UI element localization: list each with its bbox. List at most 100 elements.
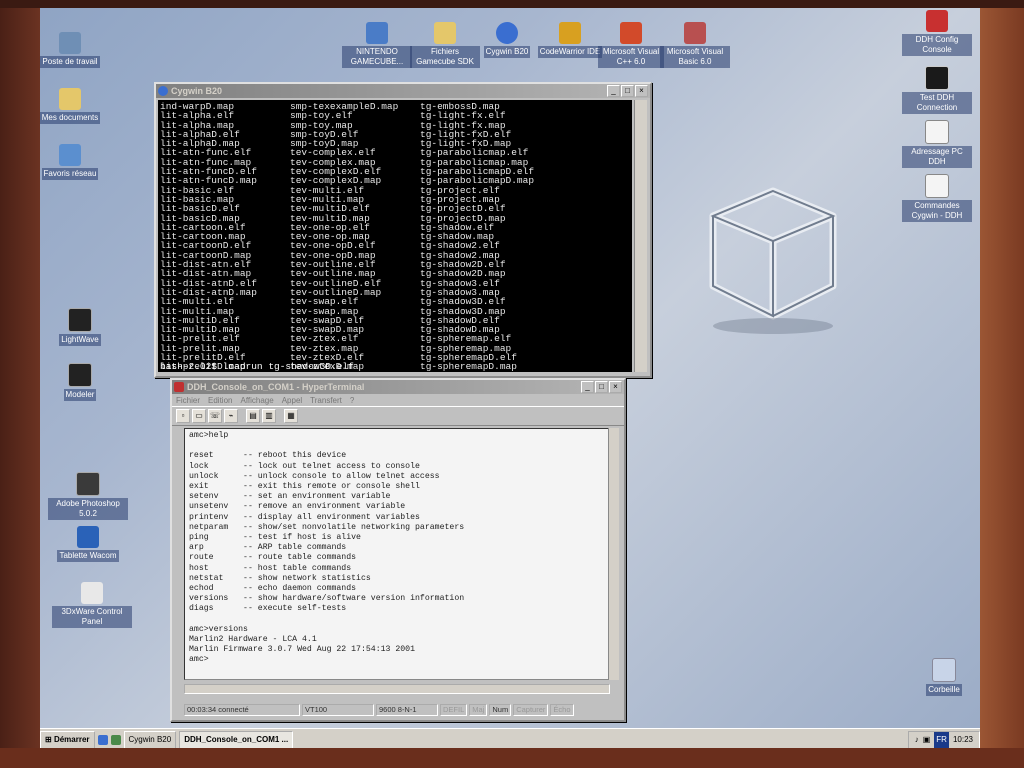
send-icon[interactable]: ▤: [246, 409, 260, 423]
commandes-cygwin-icon[interactable]: Commandes Cygwin - DDH: [902, 174, 972, 222]
test-ddh-connection-icon[interactable]: Test DDH Connection: [902, 66, 972, 114]
network-places-icon[interactable]: Favoris réseau: [38, 144, 110, 180]
task-hyperterminal[interactable]: DDH_Console_on_COM1 ...: [179, 731, 294, 749]
menu-appel[interactable]: Appel: [282, 396, 302, 405]
monitor-bezel-top: [0, 0, 1024, 8]
network-tray-icon[interactable]: ▣: [923, 732, 931, 748]
cygwin-desktop-icon[interactable]: Cygwin B20: [472, 22, 542, 58]
console-line: arp -- ARP table commands: [189, 543, 347, 553]
close-button[interactable]: ×: [609, 381, 622, 393]
console-line: amc>help: [189, 431, 229, 440]
new-connection-icon[interactable]: ▫: [176, 409, 190, 423]
visual-cpp-icon[interactable]: Microsoft Visual C++ 6.0: [598, 22, 664, 68]
console-line: netstat -- show network statistics: [189, 573, 371, 583]
cygwin-scrollbar[interactable]: [634, 100, 647, 372]
console-line: versions -- show hardware/software versi…: [189, 594, 465, 604]
file-column-2: smp-texexampleD.map smp-toy.elf smp-toy.ma…: [290, 102, 398, 372]
document-icon: [925, 120, 949, 144]
horizontal-scrollbar[interactable]: [184, 684, 610, 694]
icon-label: Microsoft Visual C++ 6.0: [598, 46, 664, 68]
disconnect-icon[interactable]: ⌁: [224, 409, 238, 423]
status-port-settings: 9600 8-N-1: [376, 704, 438, 716]
status-emulation: VT100: [302, 704, 374, 716]
maximize-button[interactable]: □: [595, 381, 608, 393]
status-capture: Capturer: [513, 704, 549, 716]
properties-icon[interactable]: ▦: [284, 409, 298, 423]
folder-icon: [59, 88, 81, 110]
folder-icon: [434, 22, 456, 44]
visual-basic-icon[interactable]: Microsoft Visual Basic 6.0: [660, 22, 730, 68]
trash-icon: [932, 658, 956, 682]
shell-prompt: bash-2.02$ loadrun tg-shadow3D.elf: [160, 361, 354, 372]
console-line: Marlin2 Hardware - LCA 4.1: [189, 635, 317, 645]
wacom-icon[interactable]: Tablette Wacom: [48, 526, 128, 562]
cygwin-window[interactable]: Cygwin B20 _ □ × ind-warpD.map lit-alpha.…: [154, 82, 652, 378]
maximize-button[interactable]: □: [621, 85, 634, 97]
menu-edition[interactable]: Edition: [208, 396, 232, 405]
quick-launch-desktop-icon[interactable]: [110, 735, 121, 745]
monitor-bezel-left: [0, 0, 40, 768]
hyperterminal-scrollbar[interactable]: [608, 428, 619, 680]
3dxware-icon[interactable]: 3DxWare Control Panel: [52, 582, 132, 628]
ddh-config-console-icon[interactable]: DDH Config Console: [902, 10, 972, 56]
open-icon[interactable]: ▭: [192, 409, 206, 423]
cygwin-terminal[interactable]: ind-warpD.map lit-alpha.elf lit-alpha.map l…: [158, 100, 632, 372]
console-line: Marlin Firmware 3.0.7 Wed Aug 22 17:54:1…: [189, 645, 416, 655]
minimize-button[interactable]: _: [607, 85, 620, 97]
gamecube-sdk-icon[interactable]: Fichiers Gamecube SDK: [410, 22, 480, 68]
minimize-button[interactable]: _: [581, 381, 594, 393]
modeler-icon[interactable]: Modeler: [40, 363, 120, 401]
task-cygwin[interactable]: Cygwin B20: [123, 731, 177, 749]
hyperterminal-window[interactable]: DDH_Console_on_COM1 - HyperTerminal _ □ …: [170, 378, 626, 722]
menu-transfert[interactable]: Transfert: [310, 396, 342, 405]
file-entry: tg-spheremapD.map: [420, 361, 517, 372]
console-line: unsetenv -- remove an environment variab…: [189, 502, 406, 512]
dial-icon[interactable]: ☏: [208, 409, 222, 423]
start-button[interactable]: ⊞ Démarrer: [40, 731, 95, 749]
my-computer-icon[interactable]: Poste de travail: [38, 32, 110, 68]
console-line: printenv -- display all environment vari…: [189, 512, 420, 522]
lightwave-icon[interactable]: LightWave: [40, 308, 120, 346]
codewarrior-icon[interactable]: CodeWarrior IDE: [534, 22, 606, 58]
icon-label: Modeler: [63, 389, 97, 401]
console-line: lock -- lock out telnet access to consol…: [189, 461, 420, 471]
menu-affichage[interactable]: Affichage: [240, 396, 273, 405]
cygwin-logo-icon: [158, 86, 168, 96]
icon-label: CodeWarrior IDE: [537, 46, 603, 58]
console-line: amc>: [189, 655, 209, 665]
wacom-w-icon: [77, 526, 99, 548]
volume-icon[interactable]: ♪: [915, 732, 919, 748]
cygwin-titlebar[interactable]: Cygwin B20 _ □ ×: [156, 84, 650, 98]
recycle-bin-icon[interactable]: Corbeille: [914, 658, 974, 696]
close-button[interactable]: ×: [635, 85, 648, 97]
icon-label: Adobe Photoshop 5.0.2: [48, 498, 128, 520]
gamecube-icon[interactable]: NINTENDO GAMECUBE...: [342, 22, 412, 68]
status-echo: Écho: [550, 704, 574, 716]
menu-fichier[interactable]: Fichier: [176, 396, 200, 405]
icon-label: Cygwin B20: [483, 46, 531, 58]
icon-label: NINTENDO GAMECUBE...: [342, 46, 412, 68]
my-documents-icon[interactable]: Mes documents: [38, 88, 110, 124]
menu-help[interactable]: ?: [350, 396, 354, 405]
console-line: netparam -- show/set nonvolatile network…: [189, 522, 465, 532]
receive-icon[interactable]: ▥: [262, 409, 276, 423]
start-label: Démarrer: [53, 735, 90, 744]
photoshop-icon[interactable]: Adobe Photoshop 5.0.2: [48, 472, 128, 520]
clock[interactable]: 10:23: [953, 732, 973, 748]
hyperterminal-titlebar[interactable]: DDH_Console_on_COM1 - HyperTerminal _ □ …: [172, 380, 624, 394]
desktop: Poste de travail Mes documents Favoris r…: [38, 6, 982, 750]
icon-label: Commandes Cygwin - DDH: [902, 200, 972, 222]
language-indicator[interactable]: FR: [934, 732, 949, 748]
adressage-pc-ddh-icon[interactable]: Adressage PC DDH: [902, 120, 972, 168]
icon-label: 3DxWare Control Panel: [52, 606, 132, 628]
system-tray: ♪ ▣ FR 10:23: [907, 731, 980, 749]
toolbar: ▫ ▭ ☏ ⌁ ▤ ▥ ▦: [172, 406, 624, 426]
quick-launch-ie-icon[interactable]: [97, 735, 108, 745]
hyperterminal-console[interactable]: amc>help reset -- reboot this device lock…: [184, 428, 614, 680]
photoshop-eye-icon: [76, 472, 100, 496]
codewarrior-app-icon: [559, 22, 581, 44]
status-bar: 00:03:34 connecté VT100 9600 8-N-1 DEFIL…: [184, 704, 576, 716]
console-line: diags -- execute self-tests: [189, 604, 347, 614]
